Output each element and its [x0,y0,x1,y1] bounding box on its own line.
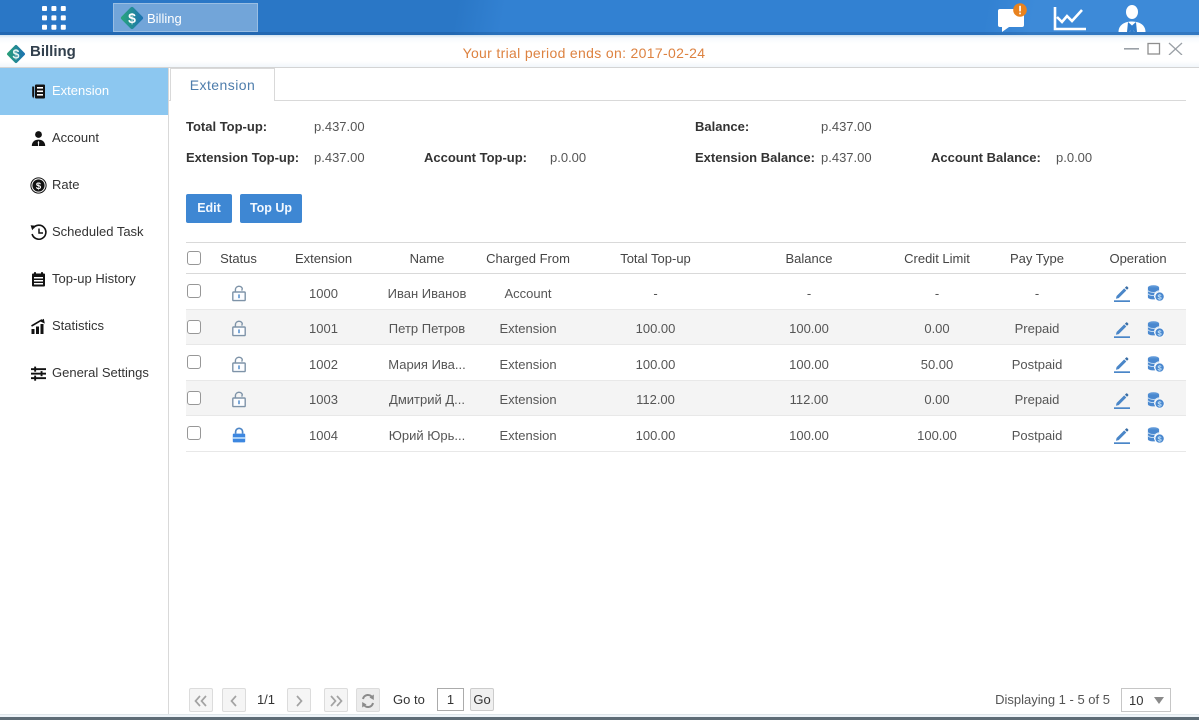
svg-text:$: $ [128,10,136,26]
svg-text:$: $ [36,181,42,192]
